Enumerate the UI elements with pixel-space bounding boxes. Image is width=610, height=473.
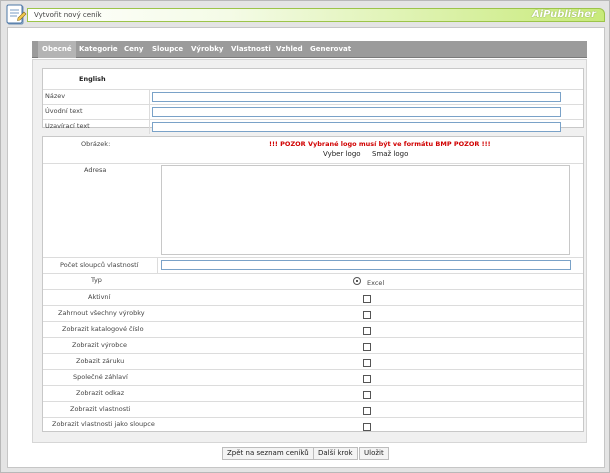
columns-count-input[interactable] xyxy=(161,260,571,270)
columns-count-row: Počet sloupců vlastností xyxy=(43,258,583,274)
name-input[interactable] xyxy=(152,92,561,102)
delete-logo-button[interactable]: Smaž logo xyxy=(368,149,412,162)
checkbox-row: Zobrazit vlastnosti jako sloupce xyxy=(43,418,583,432)
intro-text-row: Úvodní text xyxy=(43,105,583,120)
tab-ceny[interactable]: Ceny xyxy=(124,41,143,58)
tab-kategorie[interactable]: Kategorie xyxy=(79,41,118,58)
window-frame: Vytvořit nový ceník AiPublisher Obecné K… xyxy=(0,0,610,473)
type-excel-label: Excel xyxy=(367,279,385,287)
checkbox-row: Zobrazit výrobce xyxy=(43,338,583,354)
show-manufacturer-checkbox[interactable] xyxy=(363,343,371,351)
address-textarea[interactable] xyxy=(161,165,570,255)
properties-as-columns-label: Zobrazit vlastnosti jako sloupce xyxy=(52,420,155,428)
language-header-row: English xyxy=(43,69,583,90)
language-label: English xyxy=(79,75,106,83)
show-properties-checkbox[interactable] xyxy=(363,407,371,415)
active-label: Aktivní xyxy=(88,293,111,301)
image-label: Obrázek: xyxy=(81,140,111,148)
choose-logo-button[interactable]: Vyber logo xyxy=(319,149,365,162)
save-button[interactable]: Uložit xyxy=(359,447,389,460)
include-all-products-checkbox[interactable] xyxy=(363,311,371,319)
type-row: Typ Excel xyxy=(43,274,583,290)
name-row: Název xyxy=(43,90,583,105)
common-header-checkbox[interactable] xyxy=(363,375,371,383)
show-link-label: Zobrazit odkaz xyxy=(76,389,125,397)
closing-text-row: Uzavírací text xyxy=(43,120,583,134)
tab-sloupce[interactable]: Sloupce xyxy=(152,41,183,58)
checkbox-row: Aktivní xyxy=(43,290,583,306)
address-label: Adresa xyxy=(84,166,107,174)
show-catalog-number-label: Zobrazit katalogové číslo xyxy=(62,325,144,333)
divider xyxy=(157,258,158,273)
type-excel-radio[interactable] xyxy=(353,277,361,285)
checkbox-row: Zobrazit vlastnosti xyxy=(43,402,583,418)
image-row: Obrázek: !!! POZOR Vybrané logo musí být… xyxy=(43,137,583,164)
divider xyxy=(149,105,150,119)
closing-text-input[interactable] xyxy=(152,122,561,132)
tab-vzhled[interactable]: Vzhled xyxy=(276,41,303,58)
checkbox-row: Zobazit záruku xyxy=(43,354,583,370)
tab-panel-obecne: English Název Úvodní text Uzavírací text xyxy=(32,59,587,443)
intro-text-input[interactable] xyxy=(152,107,561,117)
document-icon xyxy=(6,4,27,25)
show-warranty-label: Zobazit záruku xyxy=(76,357,125,365)
name-label: Název xyxy=(45,92,66,100)
common-header-label: Společné záhlaví xyxy=(73,373,128,381)
next-step-button[interactable]: Další krok xyxy=(313,447,358,460)
image-format-warning: !!! POZOR Vybrané logo musí být ve formá… xyxy=(269,140,491,148)
content-area: Obecné Kategorie Ceny Sloupce Výrobky Vl… xyxy=(7,27,605,468)
checkbox-row: Zahrnout všechny výrobky xyxy=(43,306,583,322)
address-row: Adresa xyxy=(43,164,583,258)
active-checkbox[interactable] xyxy=(363,295,371,303)
tab-bar: Obecné Kategorie Ceny Sloupce Výrobky Vl… xyxy=(32,41,587,58)
show-catalog-number-checkbox[interactable] xyxy=(363,327,371,335)
brand-logo: AiPublisher xyxy=(531,9,596,20)
tab-generovat[interactable]: Generovat xyxy=(310,41,351,58)
type-label: Typ xyxy=(91,276,102,284)
columns-count-label: Počet sloupců vlastností xyxy=(60,261,139,269)
show-properties-label: Zobrazit vlastnosti xyxy=(70,405,131,413)
include-all-products-label: Zahrnout všechny výrobky xyxy=(58,309,145,317)
checkbox-row: Společné záhlaví xyxy=(43,370,583,386)
show-link-checkbox[interactable] xyxy=(363,391,371,399)
checkbox-row: Zobrazit katalogové číslo xyxy=(43,322,583,338)
language-block: English Název Úvodní text Uzavírací text xyxy=(42,68,584,134)
tab-vlastnosti[interactable]: Vlastnosti xyxy=(231,41,271,58)
intro-text-label: Úvodní text xyxy=(45,107,83,115)
tab-obecne[interactable]: Obecné xyxy=(38,41,76,58)
settings-block: Obrázek: !!! POZOR Vybrané logo musí být… xyxy=(42,136,584,432)
title-bar: Vytvořit nový ceník AiPublisher xyxy=(27,8,605,22)
back-to-list-button[interactable]: Zpět na seznam ceníků xyxy=(222,447,314,460)
window-title: Vytvořit nový ceník xyxy=(34,11,102,19)
divider xyxy=(149,120,150,134)
closing-text-label: Uzavírací text xyxy=(45,122,90,130)
show-manufacturer-label: Zobrazit výrobce xyxy=(72,341,127,349)
checkbox-row: Zobrazit odkaz xyxy=(43,386,583,402)
divider xyxy=(149,90,150,104)
properties-as-columns-checkbox[interactable] xyxy=(363,423,371,431)
tab-vyrobky[interactable]: Výrobky xyxy=(191,41,223,58)
show-warranty-checkbox[interactable] xyxy=(363,359,371,367)
